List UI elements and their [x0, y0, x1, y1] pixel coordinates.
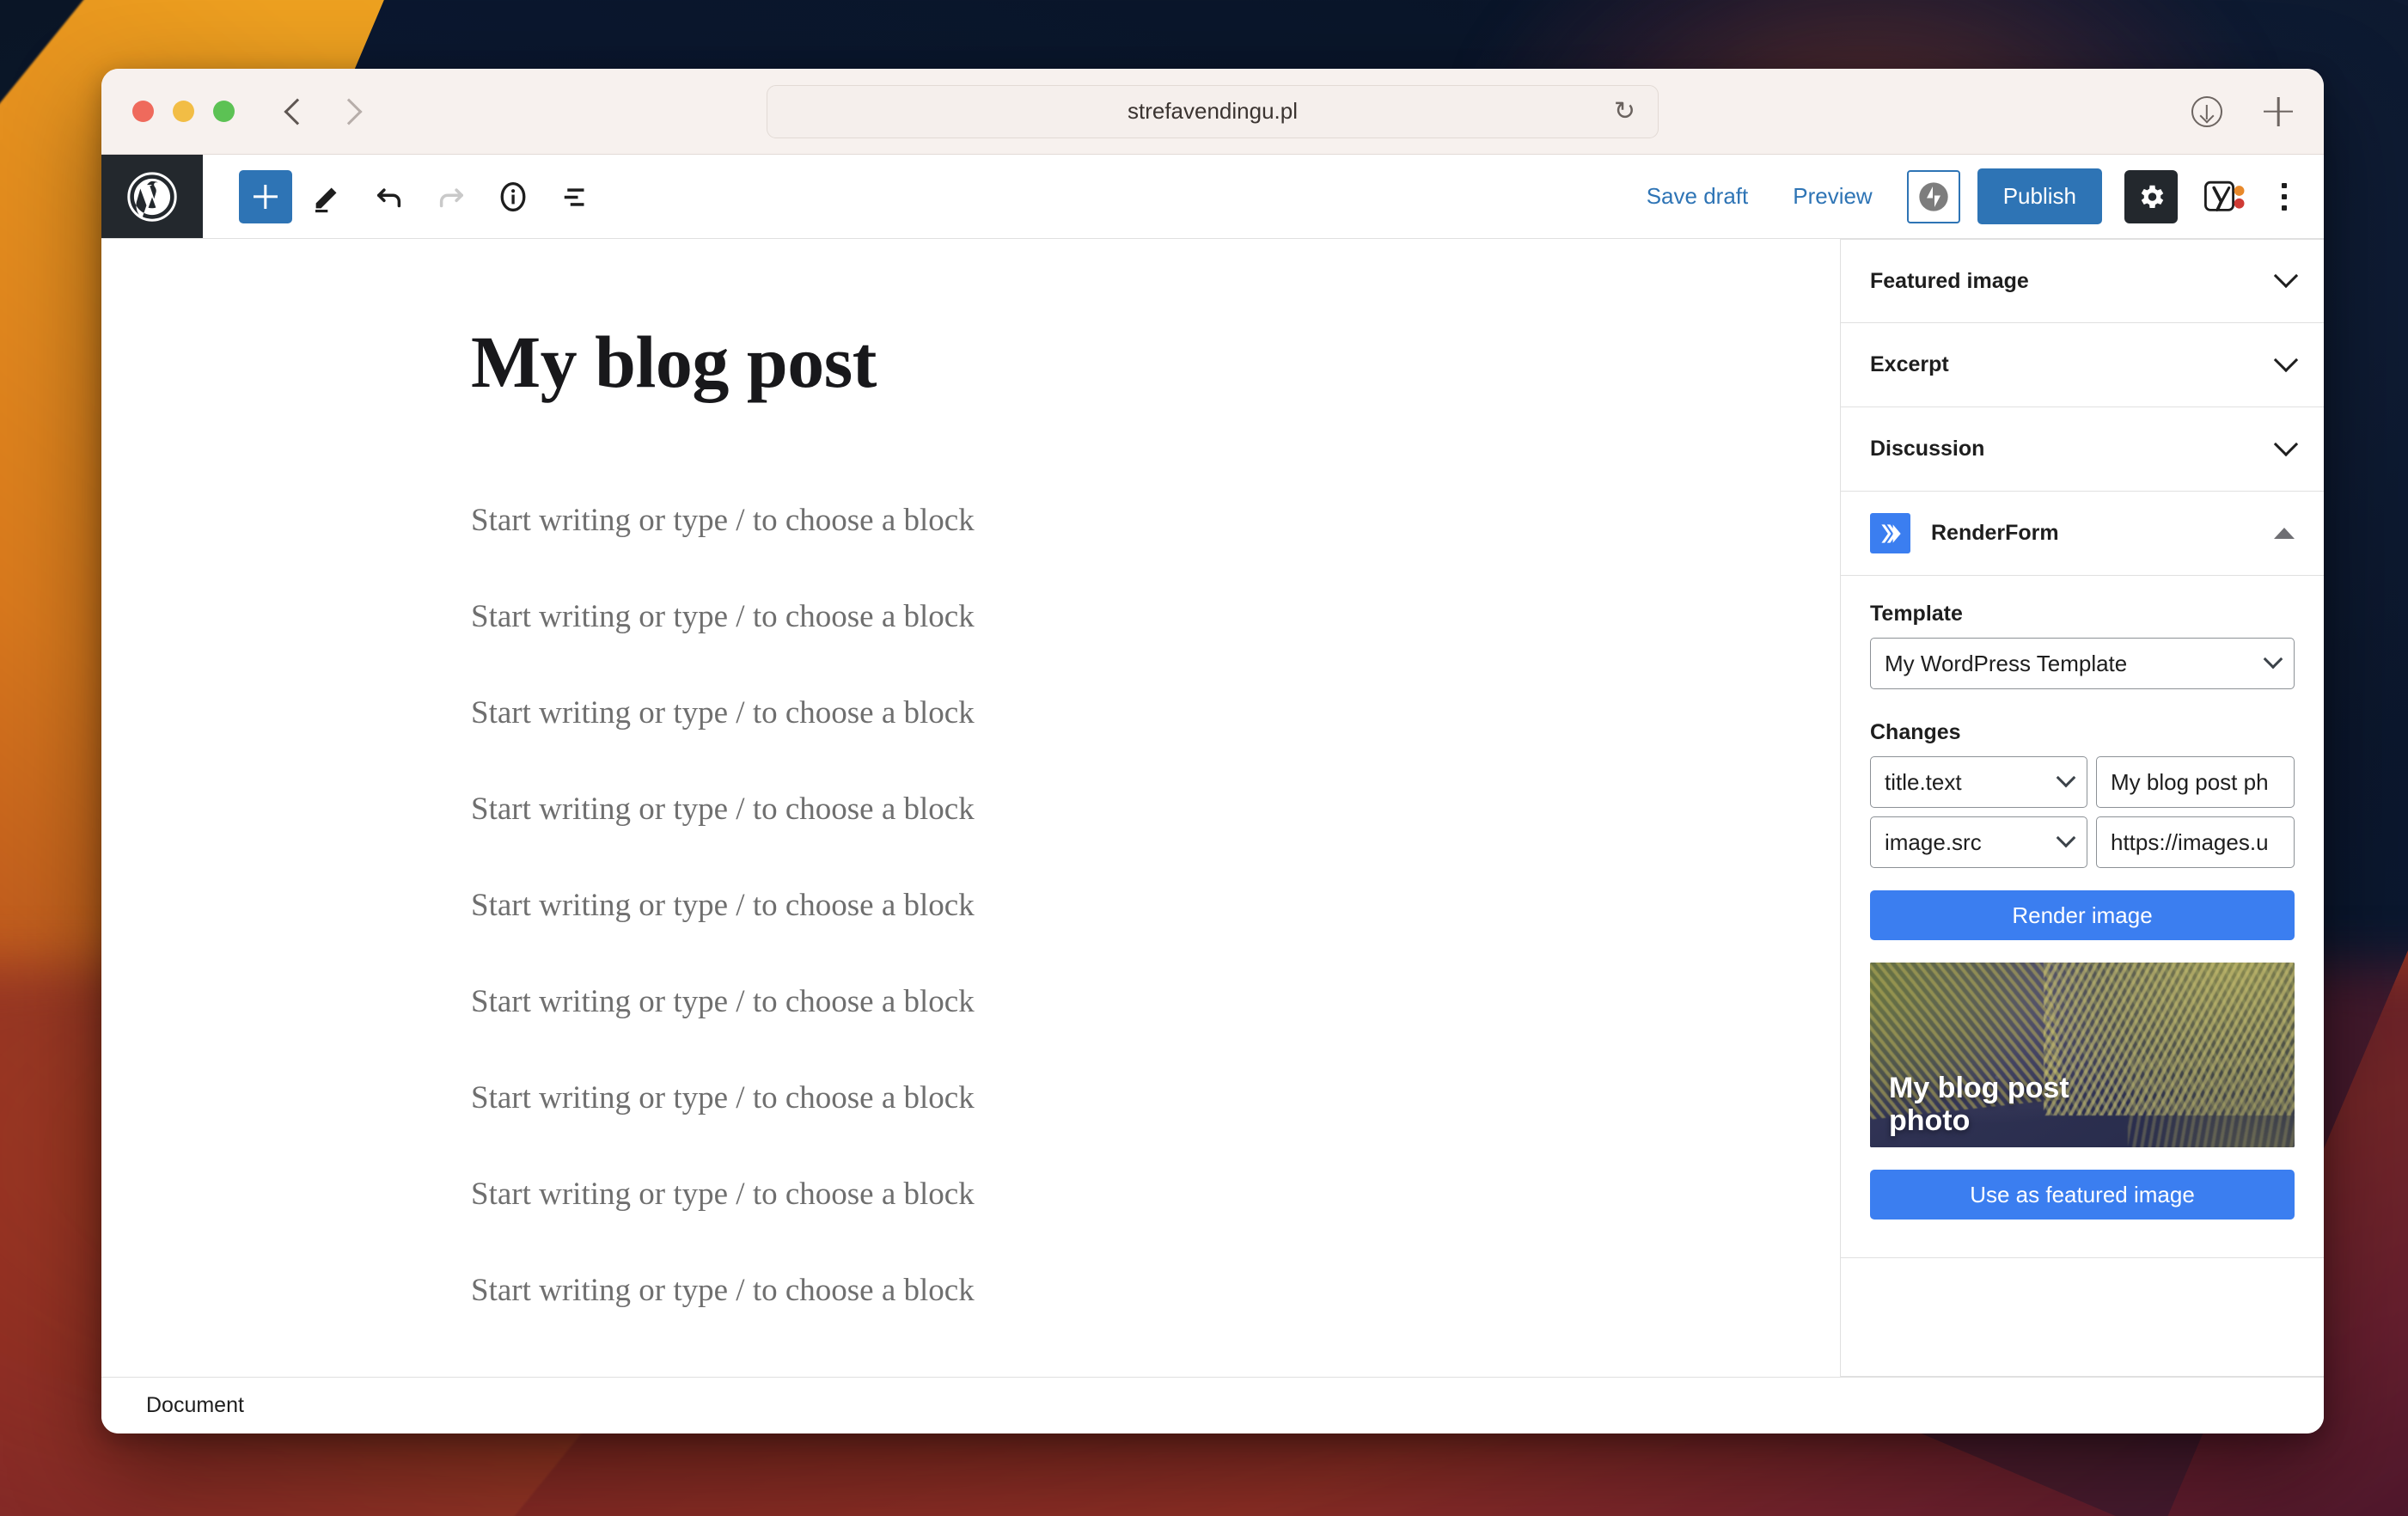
panel-title: RenderForm [1931, 521, 2059, 545]
template-select[interactable]: My WordPress Template [1870, 638, 2295, 689]
sidebar-panel-discussion[interactable]: Discussion [1841, 407, 2324, 492]
details-info-icon[interactable] [486, 170, 540, 223]
kebab-menu-icon[interactable] [2269, 170, 2300, 223]
browser-window: strefavendingu.pl ↻ Save draft Preview P… [101, 69, 2324, 1433]
block-placeholder[interactable]: Start writing or type / to choose a bloc… [471, 1178, 1840, 1275]
toolbar-right-tools: Save draft Preview Publish [1624, 155, 2324, 238]
change-row: image.src https://images.u [1870, 816, 2295, 868]
gear-icon[interactable] [2124, 169, 2178, 223]
template-label: Template [1870, 602, 1963, 626]
preview-button[interactable]: Preview [1770, 183, 1894, 210]
reload-icon[interactable]: ↻ [1614, 98, 1635, 125]
window-controls [132, 101, 235, 122]
edit-tools-pencil-icon[interactable] [301, 170, 354, 223]
sidebar-panel-renderform[interactable]: RenderForm [1841, 492, 2324, 576]
wordpress-logo-icon[interactable] [101, 155, 203, 238]
block-placeholder[interactable]: Start writing or type / to choose a bloc… [471, 1275, 1840, 1371]
list-view-icon[interactable] [548, 170, 602, 223]
wordpress-editor-toolbar: Save draft Preview Publish [101, 155, 2324, 239]
new-tab-icon[interactable] [2264, 97, 2293, 126]
settings-sidebar: Featured image Excerpt Discussion Render… [1840, 239, 2324, 1377]
change-key-select-2[interactable]: image.src [1870, 816, 2087, 868]
use-as-featured-image-button[interactable]: Use as featured image [1870, 1170, 2295, 1220]
editor-footer-breadcrumb: Document [101, 1377, 2324, 1433]
change-key-select-1[interactable]: title.text [1870, 756, 2087, 808]
post-title[interactable]: My blog post [471, 321, 1840, 403]
save-draft-button[interactable]: Save draft [1624, 183, 1771, 210]
yoast-seo-icon[interactable] [2198, 173, 2246, 221]
renderform-panel-content: Template My WordPress Template Changes t… [1841, 576, 2324, 1258]
chevron-down-icon [2056, 828, 2076, 848]
post-editor-canvas[interactable]: My blog post Start writing or type / to … [101, 239, 1840, 1377]
sidebar-panel-featured-image[interactable]: Featured image [1841, 239, 2324, 323]
chevron-down-icon[interactable] [2273, 431, 2299, 456]
panel-title: Discussion [1870, 437, 1985, 461]
change-value-input-1[interactable]: My blog post ph [2096, 756, 2295, 808]
block-placeholder[interactable]: Start writing or type / to choose a bloc… [471, 1082, 1840, 1178]
change-value-text-2: https://images.u [2111, 828, 2269, 855]
chevron-up-icon[interactable] [2274, 528, 2295, 539]
jetpack-icon[interactable] [1906, 169, 1960, 223]
minimize-window-button[interactable] [173, 101, 194, 122]
render-image-button[interactable]: Render image [1870, 890, 2295, 940]
panel-title: Excerpt [1870, 352, 1949, 376]
panel-title: Featured image [1870, 268, 2029, 293]
preview-palm-bottom-right [2128, 1058, 2295, 1147]
browser-chrome-bar: strefavendingu.pl ↻ [101, 69, 2324, 155]
toolbar-left-tools [203, 155, 602, 238]
forward-icon[interactable] [335, 97, 363, 125]
chevron-down-icon[interactable] [2273, 263, 2299, 289]
block-placeholder[interactable]: Start writing or type / to choose a bloc… [471, 793, 1840, 889]
footer-status-label[interactable]: Document [146, 1393, 244, 1418]
chevron-down-icon [2056, 767, 2076, 788]
address-bar[interactable]: strefavendingu.pl ↻ [767, 84, 1659, 138]
editor-body: My blog post Start writing or type / to … [101, 239, 2324, 1377]
undo-icon[interactable] [363, 170, 416, 223]
chevron-down-icon[interactable] [2273, 347, 2299, 372]
add-block-button[interactable] [239, 169, 292, 223]
template-select-value: My WordPress Template [1885, 650, 2128, 676]
preview-caption: My blog post photo [1889, 1071, 2069, 1137]
change-row: title.text My blog post ph [1870, 756, 2295, 808]
block-placeholder[interactable]: Start writing or type / to choose a bloc… [471, 601, 1840, 697]
close-window-button[interactable] [132, 101, 154, 122]
block-placeholder[interactable]: Start writing or type / to choose a bloc… [471, 986, 1840, 1082]
chevron-down-icon [2263, 649, 2283, 669]
browser-nav-buttons [284, 97, 363, 125]
back-icon[interactable] [284, 97, 311, 125]
block-list: Start writing or type / to choose a bloc… [471, 504, 1840, 1371]
publish-button[interactable]: Publish [1977, 168, 2102, 224]
block-placeholder[interactable]: Start writing or type / to choose a bloc… [471, 889, 1840, 986]
rendered-image-preview[interactable]: My blog post photo [1870, 963, 2295, 1147]
change-value-text-1: My blog post ph [2111, 768, 2269, 795]
block-placeholder[interactable]: Start writing or type / to choose a bloc… [471, 504, 1840, 601]
redo-icon[interactable] [425, 170, 478, 223]
changes-label: Changes [1870, 720, 1961, 744]
change-key-value-2: image.src [1885, 828, 1982, 855]
renderform-chevrons-icon [1870, 513, 1910, 553]
address-bar-url: strefavendingu.pl [1127, 98, 1299, 124]
browser-right-controls [2191, 95, 2293, 127]
maximize-window-button[interactable] [213, 101, 235, 122]
change-value-input-2[interactable]: https://images.u [2096, 816, 2295, 868]
sidebar-empty-area [1841, 1258, 2324, 1377]
sidebar-panel-excerpt[interactable]: Excerpt [1841, 323, 2324, 407]
change-key-value-1: title.text [1885, 768, 1962, 795]
download-icon[interactable] [2191, 95, 2222, 127]
block-placeholder[interactable]: Start writing or type / to choose a bloc… [471, 697, 1840, 793]
